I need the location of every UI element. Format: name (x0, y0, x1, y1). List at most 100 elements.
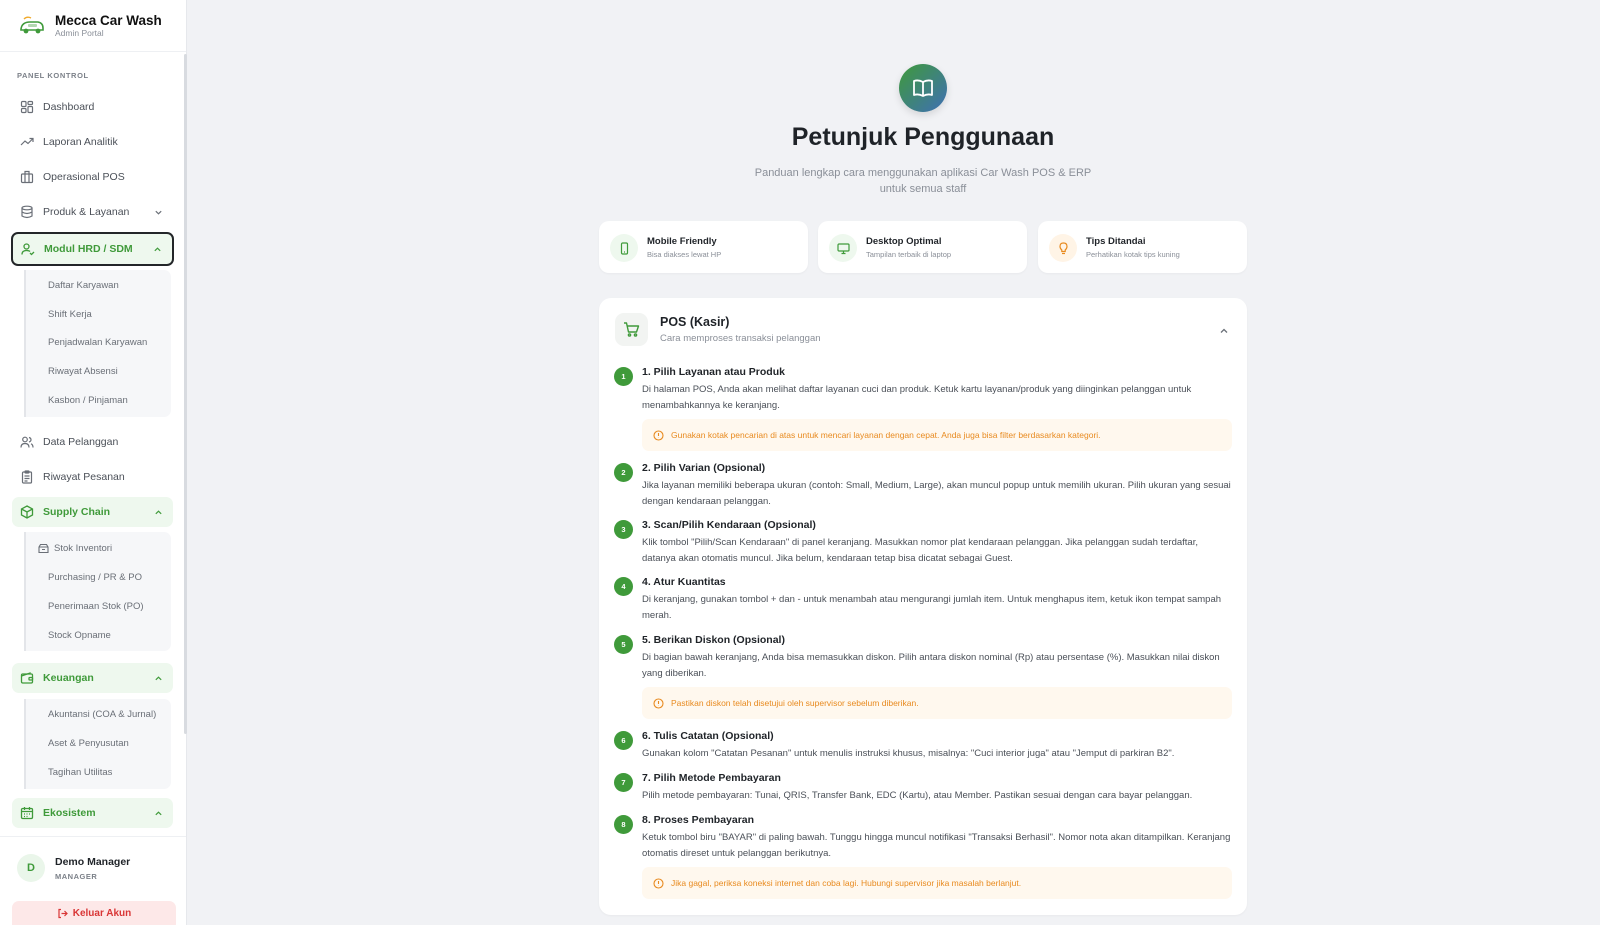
info-icon (653, 877, 664, 889)
app-logo-icon (20, 16, 44, 33)
sidebar-item-label: Operasional POS (43, 171, 125, 183)
chevron-down-icon (155, 210, 162, 215)
submenu-item-aset[interactable]: Aset & Penyusutan (48, 738, 129, 749)
submenu-item-kasbon[interactable]: Kasbon / Pinjaman (48, 395, 128, 406)
calendar-icon (20, 807, 34, 820)
step-title: 4. Atur Kuantitas (642, 576, 726, 588)
step-number: 1 (614, 367, 633, 386)
nav-section-label: PANEL KONTROL (17, 71, 89, 80)
user-check-icon (21, 243, 35, 256)
box-icon (38, 543, 49, 554)
tip-box: Gunakan kotak pencarian di atas untuk me… (642, 419, 1232, 451)
database-icon (21, 205, 33, 219)
book-icon (913, 79, 933, 97)
guide-hero-badge (899, 64, 947, 112)
step-number: 4 (614, 577, 633, 596)
logout-button[interactable]: Keluar Akun (12, 901, 176, 925)
submenu-item-daftar-karyawan[interactable]: Daftar Karyawan (48, 280, 119, 291)
feature-desc: Perhatikan kotak tips kuning (1086, 250, 1180, 259)
feature-icon-wrap (610, 234, 638, 262)
sidebar-item-dashboard[interactable]: Dashboard (12, 92, 173, 122)
dashboard-icon (20, 100, 34, 114)
sidebar-item-data-pelanggan[interactable]: Data Pelanggan (12, 427, 173, 457)
step-number: 5 (614, 635, 633, 654)
store-icon (20, 170, 34, 184)
step-text: Di bagian bawah keranjang, Anda bisa mem… (642, 652, 1220, 679)
step-number: 6 (614, 731, 633, 750)
page-subtitle: Panduan lengkap cara menggunakan aplikas… (754, 167, 1092, 195)
tip-box: Jika gagal, periksa koneksi internet dan… (642, 867, 1232, 899)
feature-desc: Bisa diakses lewat HP (647, 250, 722, 259)
collapse-chevron-icon[interactable] (1219, 326, 1229, 336)
sidebar-item-produk-layanan[interactable]: Produk & Layanan (12, 197, 173, 227)
step-title: 3. Scan/Pilih Kendaraan (Opsional) (642, 519, 816, 531)
step-text: Di halaman POS, Anda akan melihat daftar… (642, 384, 1192, 411)
wallet-icon (20, 672, 34, 684)
info-icon (653, 697, 664, 709)
sidebar-item-label: Laporan Analitik (43, 136, 118, 148)
sidebar-item-supply-chain[interactable]: Supply Chain (12, 497, 173, 527)
feature-desc: Tampilan terbaik di laptop (866, 250, 952, 259)
submenu-item-stok-inventori[interactable]: Stok Inventori (38, 543, 112, 554)
user-role: MANAGER (55, 872, 98, 881)
logout-icon (58, 908, 68, 919)
chevron-up-icon (155, 509, 162, 514)
submenu-item-tagihan[interactable]: Tagihan Utilitas (48, 767, 112, 778)
sidebar-item-riwayat-pesanan[interactable]: Riwayat Pesanan (12, 462, 173, 492)
sidebar: Mecca Car Wash Admin Portal PANEL KONTRO… (0, 0, 187, 925)
chevron-up-icon (154, 246, 161, 251)
submenu-item-riwayat-absensi[interactable]: Riwayat Absensi (48, 366, 118, 377)
logout-label: Keluar Akun (72, 908, 132, 919)
user-name: Demo Manager (55, 856, 131, 868)
sidebar-item-label: Dashboard (43, 101, 95, 113)
feature-icon-wrap (829, 234, 857, 262)
feature-title: Desktop Optimal (866, 236, 942, 247)
sidebar-scrollbar[interactable] (184, 54, 187, 734)
feature-card-desktop: Desktop Optimal Tampilan terbaik di lapt… (818, 221, 1027, 273)
step-title: 7. Pilih Metode Pembayaran (642, 772, 781, 784)
step-title: 2. Pilih Varian (Opsional) (642, 462, 766, 474)
sidebar-item-keuangan[interactable]: Keuangan (12, 663, 173, 693)
user-profile-area: D Demo Manager MANAGER Keluar Akun (0, 836, 186, 925)
step-text: Klik tombol "Pilih/Scan Kendaraan" di pa… (642, 537, 1198, 564)
sidebar-item-laporan-analitik[interactable]: Laporan Analitik (12, 127, 173, 157)
submenu-item-penjadwalan[interactable]: Penjadwalan Karyawan (48, 337, 147, 348)
sidebar-item-modul-hrd[interactable]: Modul HRD / SDM (11, 232, 174, 266)
submenu-item-shift-kerja[interactable]: Shift Kerja (48, 309, 92, 320)
sidebar-item-ekosistem[interactable]: Ekosistem (12, 798, 173, 828)
brand-header[interactable]: Mecca Car Wash Admin Portal (0, 0, 186, 52)
submenu-item-akuntansi[interactable]: Akuntansi (COA & Jurnal) (48, 709, 156, 720)
users-icon (20, 436, 34, 448)
chart-icon (20, 137, 34, 146)
sidebar-item-label: Riwayat Pesanan (43, 471, 125, 483)
step-text: Gunakan kolom "Catatan Pesanan" untuk me… (642, 748, 1175, 759)
step-text: Pilih metode pembayaran: Tunai, QRIS, Tr… (642, 790, 1193, 801)
pos-section-title: POS (Kasir) (660, 315, 730, 329)
step-text: Di keranjang, gunakan tombol + dan - unt… (642, 594, 1222, 621)
step-number: 8 (614, 815, 633, 834)
tip-text: Pastikan diskon telah disetujui oleh sup… (671, 698, 919, 708)
step-text: Jika layanan memiliki beberapa ukuran (c… (642, 480, 1231, 507)
submenu-item-stock-opname[interactable]: Stock Opname (48, 630, 111, 641)
step-text: Ketuk tombol biru "BAYAR" di paling bawa… (642, 832, 1231, 859)
step-number: 3 (614, 520, 633, 539)
sidebar-item-label: Data Pelanggan (43, 436, 119, 448)
chevron-up-icon (155, 810, 162, 815)
feature-icon-wrap (1049, 234, 1077, 262)
step-title: 8. Proses Pembayaran (642, 814, 755, 826)
submenu-item-purchasing[interactable]: Purchasing / PR & PO (48, 572, 142, 583)
chevron-up-icon (155, 675, 162, 680)
submenu-item-penerimaan-stok[interactable]: Penerimaan Stok (PO) (48, 601, 144, 612)
monitor-icon (836, 242, 850, 254)
pos-guide-section: POS (Kasir) Cara memproses transaksi pel… (599, 298, 1247, 915)
avatar[interactable]: D (17, 854, 45, 882)
cart-icon (624, 322, 640, 337)
sidebar-item-label: Supply Chain (43, 506, 111, 518)
feature-title: Tips Ditandai (1086, 236, 1146, 247)
step-title: 1. Pilih Layanan atau Produk (642, 366, 785, 378)
brand-subtitle: Admin Portal (55, 27, 104, 38)
sidebar-item-operasional-pos[interactable]: Operasional POS (12, 162, 173, 192)
step-number: 2 (614, 463, 633, 482)
sidebar-item-label: Keuangan (43, 672, 94, 684)
package-icon (20, 505, 34, 519)
